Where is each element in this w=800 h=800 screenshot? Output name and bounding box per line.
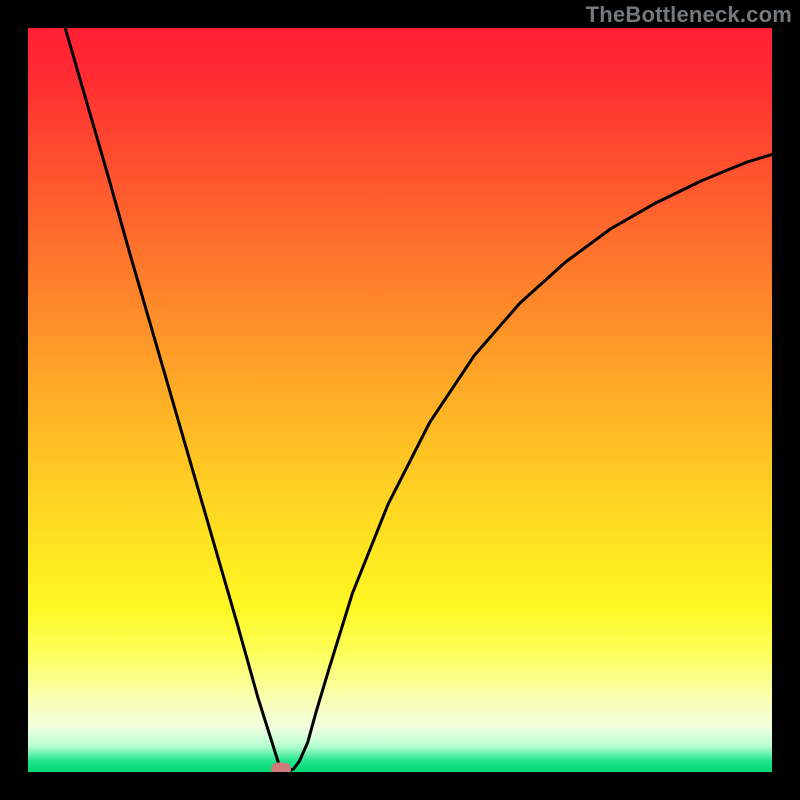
bottleneck-curve: [65, 28, 772, 771]
plot-area: [28, 28, 772, 772]
chart-frame: TheBottleneck.com: [0, 0, 800, 800]
watermark-text: TheBottleneck.com: [586, 2, 792, 28]
optimal-point-marker: [271, 763, 291, 772]
curve-layer: [28, 28, 772, 772]
